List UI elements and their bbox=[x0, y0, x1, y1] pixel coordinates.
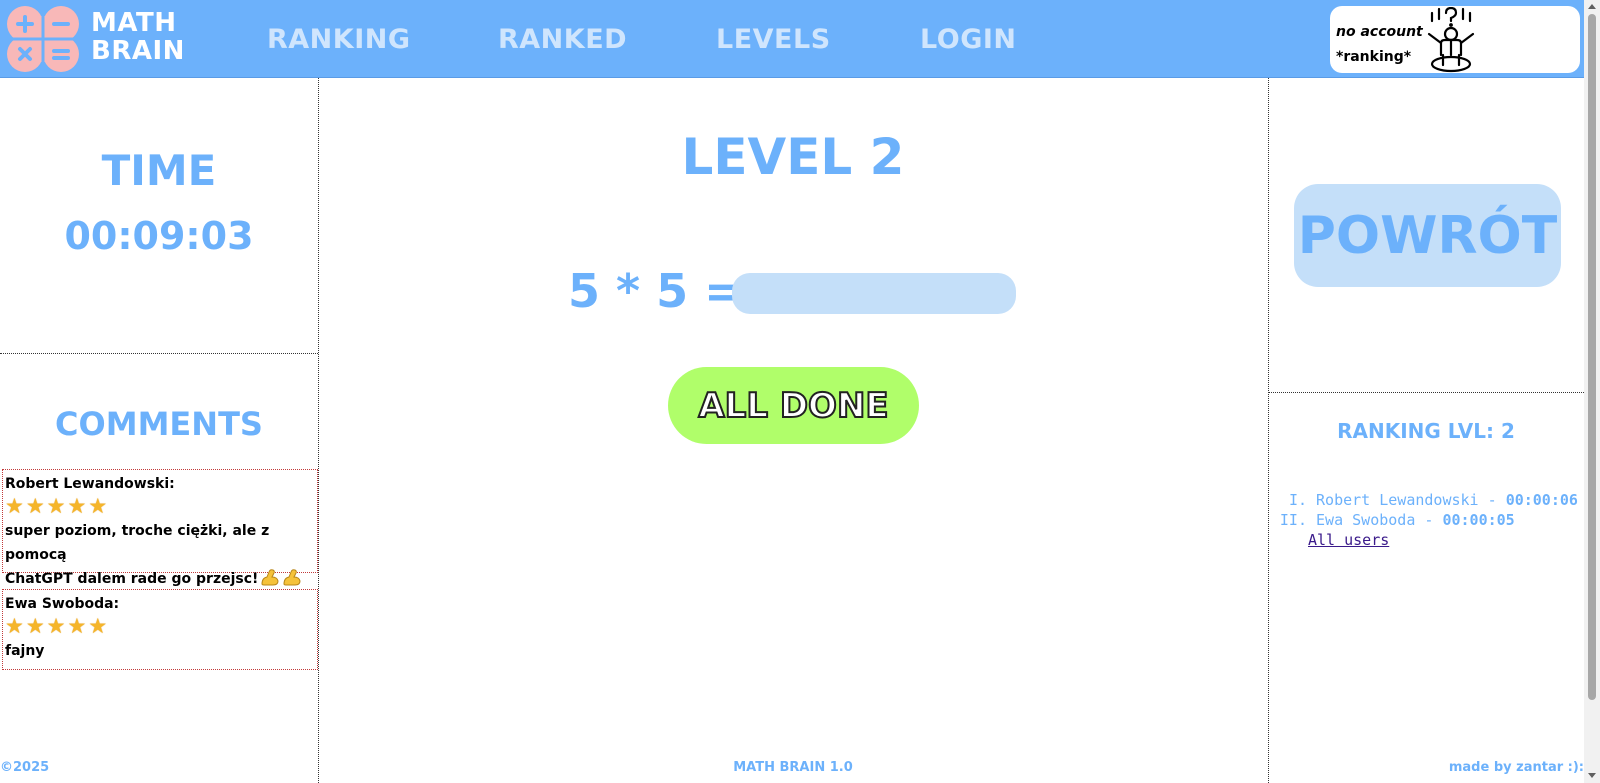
footer-version: MATH BRAIN 1.0 bbox=[733, 760, 853, 775]
ranking-list: I. Robert Lewandowski - 00:00:06 II. Ewa… bbox=[1270, 490, 1578, 550]
page-scrollbar[interactable] bbox=[1584, 0, 1600, 783]
star-icon: ★ bbox=[46, 614, 66, 638]
flexed-biceps-icon bbox=[283, 569, 301, 586]
ranking-entry: II. Ewa Swoboda - 00:00:05 bbox=[1270, 510, 1578, 530]
timer-value: 00:09:03 bbox=[64, 214, 254, 258]
nav-login[interactable]: LOGIN bbox=[920, 24, 1017, 55]
back-button[interactable]: POWRÓT bbox=[1294, 184, 1561, 287]
logo-text[interactable]: MATH BRAIN bbox=[91, 9, 185, 65]
comment-author: Ewa Swoboda: bbox=[5, 596, 120, 612]
footer-author: made by zantar :): bbox=[1448, 760, 1584, 775]
all-users-link[interactable]: All users bbox=[1308, 530, 1389, 550]
comment-text-line: ChatGPT dalem rade go przejsc! bbox=[5, 571, 259, 587]
nav-ranked[interactable]: RANKED bbox=[498, 24, 627, 55]
nav-levels[interactable]: LEVELS bbox=[716, 24, 831, 55]
footer-copyright: ©2025 bbox=[0, 760, 50, 775]
star-rating: ★★★★★ bbox=[5, 615, 315, 639]
comment-text: fajny bbox=[5, 643, 45, 659]
star-icon: ★ bbox=[25, 494, 45, 518]
rank-time: 00:00:06 bbox=[1505, 491, 1578, 509]
account-ranking-text: *ranking* bbox=[1336, 49, 1412, 65]
rank-number: I. bbox=[1288, 491, 1307, 509]
top-navbar: MATH BRAIN RANKING RANKED LEVELS LOGIN n… bbox=[0, 0, 1584, 78]
brain-logo-icon[interactable] bbox=[4, 4, 82, 74]
ranking-heading: RANKING LVL: 2 bbox=[1337, 419, 1515, 443]
answer-input[interactable] bbox=[732, 273, 1016, 314]
account-status-text: no account bbox=[1336, 24, 1423, 40]
rank-player-name: Ewa Swoboda bbox=[1316, 511, 1416, 529]
star-icon: ★ bbox=[5, 614, 24, 638]
right-section-divider bbox=[1268, 392, 1584, 393]
rank-number: II. bbox=[1279, 511, 1307, 529]
star-rating: ★★★★★ bbox=[5, 495, 315, 519]
flexed-biceps-icon bbox=[261, 569, 279, 586]
comment-item: Ewa Swoboda: ★★★★★ fajny bbox=[2, 589, 318, 670]
star-icon: ★ bbox=[67, 494, 87, 518]
rank-time: 00:00:05 bbox=[1442, 511, 1515, 529]
star-icon: ★ bbox=[46, 494, 66, 518]
scroll-up-arrow-icon[interactable] bbox=[1588, 4, 1596, 9]
ranking-entry: I. Robert Lewandowski - 00:00:06 bbox=[1270, 490, 1578, 510]
time-heading: TIME bbox=[101, 146, 217, 195]
comment-text-line: super poziom, troche ciężki, ale z pomoc… bbox=[5, 523, 270, 563]
comment-text-line-with-emoji: ChatGPT dalem rade go przejsc! bbox=[5, 567, 315, 591]
scroll-thumb[interactable] bbox=[1588, 14, 1596, 700]
star-icon: ★ bbox=[88, 614, 108, 638]
rank-player-name: Robert Lewandowski bbox=[1316, 491, 1479, 509]
left-section-divider bbox=[0, 353, 318, 354]
comments-heading: COMMENTS bbox=[55, 405, 263, 443]
comment-author: Robert Lewandowski: bbox=[5, 476, 175, 492]
level-title: LEVEL 2 bbox=[681, 128, 905, 186]
ranking-all-users-row: All users bbox=[1270, 530, 1578, 550]
nav-ranking[interactable]: RANKING bbox=[267, 24, 411, 55]
comment-text: super poziom, troche ciężki, ale z pomoc… bbox=[5, 519, 315, 591]
star-icon: ★ bbox=[25, 614, 45, 638]
equation-text: 5 * 5 = bbox=[568, 264, 743, 318]
star-icon: ★ bbox=[88, 494, 108, 518]
logo-line-math: MATH bbox=[91, 8, 177, 38]
logo-line-brain: BRAIN bbox=[91, 36, 185, 66]
account-status-box[interactable]: no account *ranking* bbox=[1330, 6, 1580, 73]
scroll-down-arrow-icon[interactable] bbox=[1588, 773, 1596, 778]
comment-item: Robert Lewandowski: ★★★★★ super poziom, … bbox=[2, 469, 318, 587]
confused-person-icon bbox=[1427, 7, 1475, 73]
star-icon: ★ bbox=[5, 494, 24, 518]
star-icon: ★ bbox=[67, 614, 87, 638]
all-done-button[interactable]: ALL DONE bbox=[668, 367, 919, 444]
